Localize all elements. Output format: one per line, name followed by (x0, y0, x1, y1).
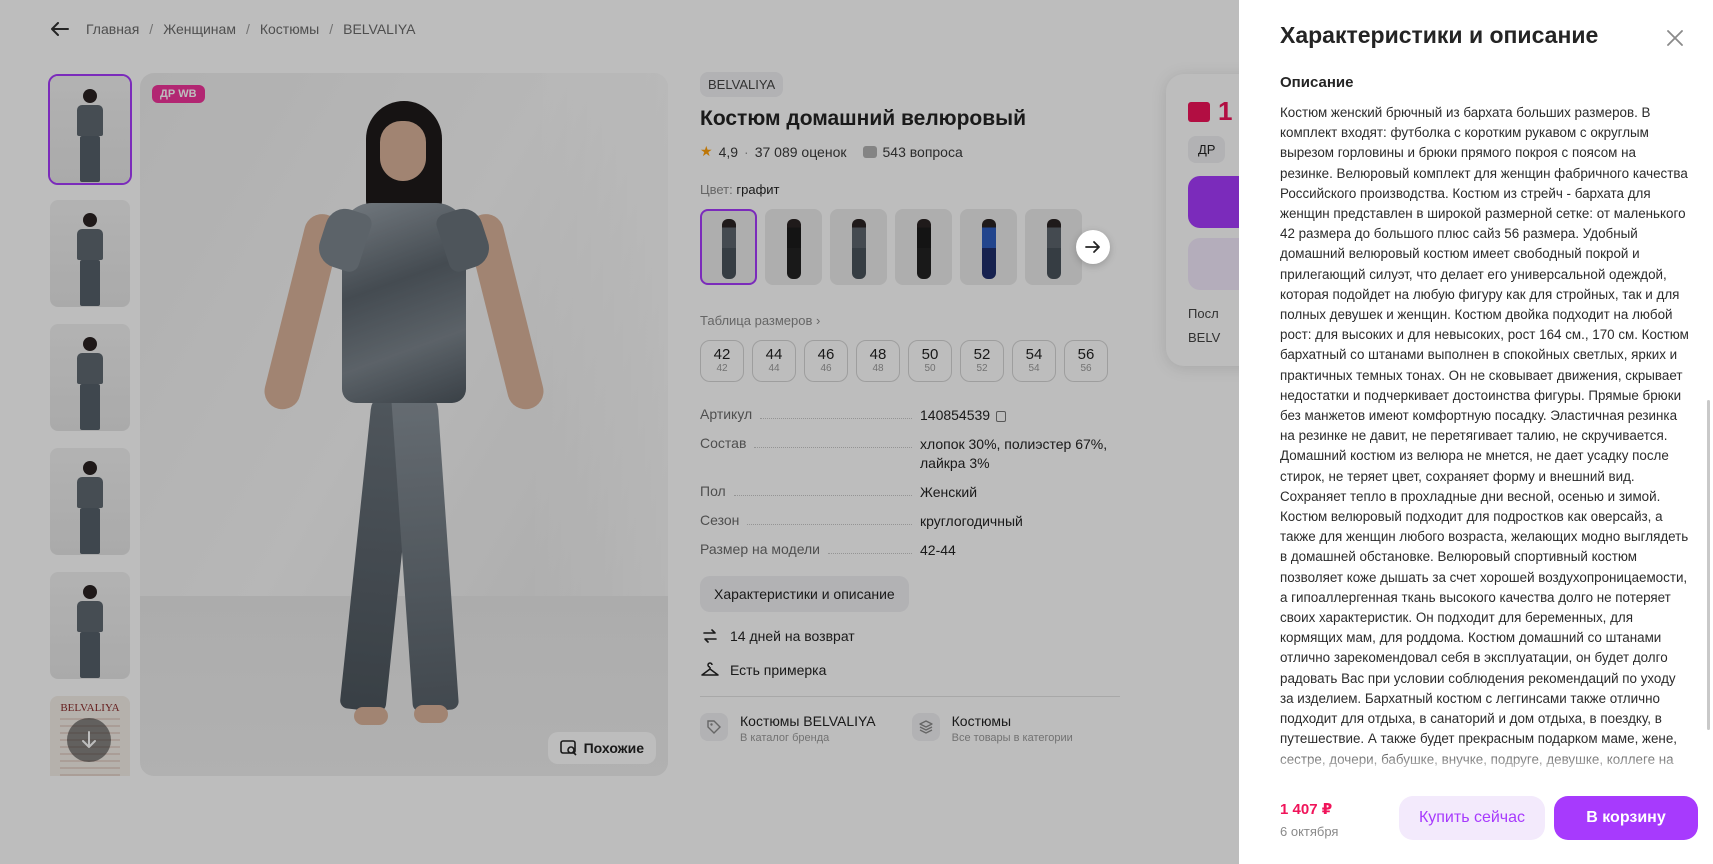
footer-price: 1 407 ₽ (1280, 801, 1333, 818)
close-button[interactable] (1663, 26, 1687, 50)
buy-now-button[interactable]: Купить сейчас (1399, 796, 1545, 840)
characteristics-panel: Характеристики и описание Описание Костю… (1239, 0, 1713, 864)
close-icon (1667, 30, 1683, 46)
swatches-next-button[interactable] (1076, 230, 1110, 264)
description-text: Костюм женский брючный из бархата больши… (1280, 105, 1689, 767)
panel-title: Характеристики и описание (1280, 22, 1599, 48)
delivery-date: 6 октября (1280, 824, 1339, 839)
modal-overlay[interactable] (0, 0, 1239, 864)
panel-content[interactable]: Описание Костюм женский брючный из барха… (1280, 72, 1690, 772)
scrollbar[interactable] (1707, 400, 1710, 730)
arrow-right-icon (1085, 241, 1100, 253)
panel-footer: 1 407 ₽ 6 октября Купить сейчас В корзин… (1239, 776, 1713, 864)
section-heading: Описание (1280, 74, 1354, 91)
add-to-cart-button[interactable]: В корзину (1554, 796, 1698, 840)
